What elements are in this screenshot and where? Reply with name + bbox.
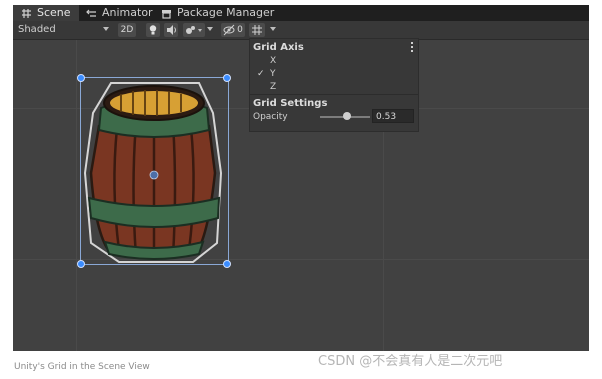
tab-label: Package Manager	[177, 6, 275, 19]
grid-dropdown-chevron-icon[interactable]	[270, 27, 276, 31]
barrel-sprite[interactable]	[81, 78, 228, 265]
grid-settings-overlay: Grid Axis X ✓ Y Z Grid Settings Opacity …	[249, 38, 419, 132]
watermark: CSDN @不会真有人是二次元吧	[318, 354, 503, 369]
resize-handle[interactable]	[223, 74, 231, 82]
divider	[250, 94, 418, 95]
tab-animator[interactable]: Animator	[86, 5, 153, 21]
grid-toggle-icon[interactable]	[249, 23, 265, 37]
effects-icon[interactable]	[183, 23, 205, 37]
grid-settings-title: Grid Settings	[253, 98, 328, 109]
opacity-label: Opacity	[253, 112, 288, 122]
2d-toggle-button[interactable]: 2D	[118, 23, 136, 37]
check-icon: ✓	[257, 69, 265, 79]
axis-option-y[interactable]: Y	[270, 69, 276, 79]
visibility-icon[interactable]: 0	[221, 23, 245, 37]
axis-option-z[interactable]: Z	[270, 82, 276, 92]
grid-line	[76, 40, 77, 351]
tab-package-manager[interactable]: Package Manager	[161, 5, 274, 21]
tab-scene[interactable]: Scene	[13, 5, 79, 21]
animator-icon	[86, 9, 96, 17]
more-options-icon[interactable]	[411, 42, 413, 54]
grid-icon	[22, 8, 31, 18]
hidden-objects-count: 0	[237, 25, 243, 35]
resize-handle[interactable]	[223, 260, 231, 268]
opacity-slider-knob[interactable]	[342, 112, 351, 120]
opacity-value-field[interactable]: 0.53	[372, 109, 414, 123]
unity-editor-window: Scene Animator Package Manager Shaded 2D…	[13, 5, 589, 351]
resize-handle[interactable]	[77, 260, 85, 268]
axis-option-x[interactable]: X	[270, 56, 276, 66]
audio-icon[interactable]	[164, 23, 178, 37]
chevron-down-icon[interactable]	[103, 27, 109, 31]
grid-axis-title: Grid Axis	[253, 42, 304, 53]
package-icon	[162, 9, 171, 19]
tab-label: Scene	[37, 6, 71, 19]
figure-caption: Unity's Grid in the Scene View	[14, 362, 150, 372]
effects-dropdown-chevron-icon[interactable]	[207, 27, 213, 31]
tab-bar: Scene Animator Package Manager	[13, 5, 589, 21]
lightbulb-icon[interactable]	[146, 23, 160, 37]
shading-mode-dropdown[interactable]: Shaded	[18, 23, 56, 37]
tab-label: Animator	[102, 6, 153, 19]
resize-handle[interactable]	[77, 74, 85, 82]
